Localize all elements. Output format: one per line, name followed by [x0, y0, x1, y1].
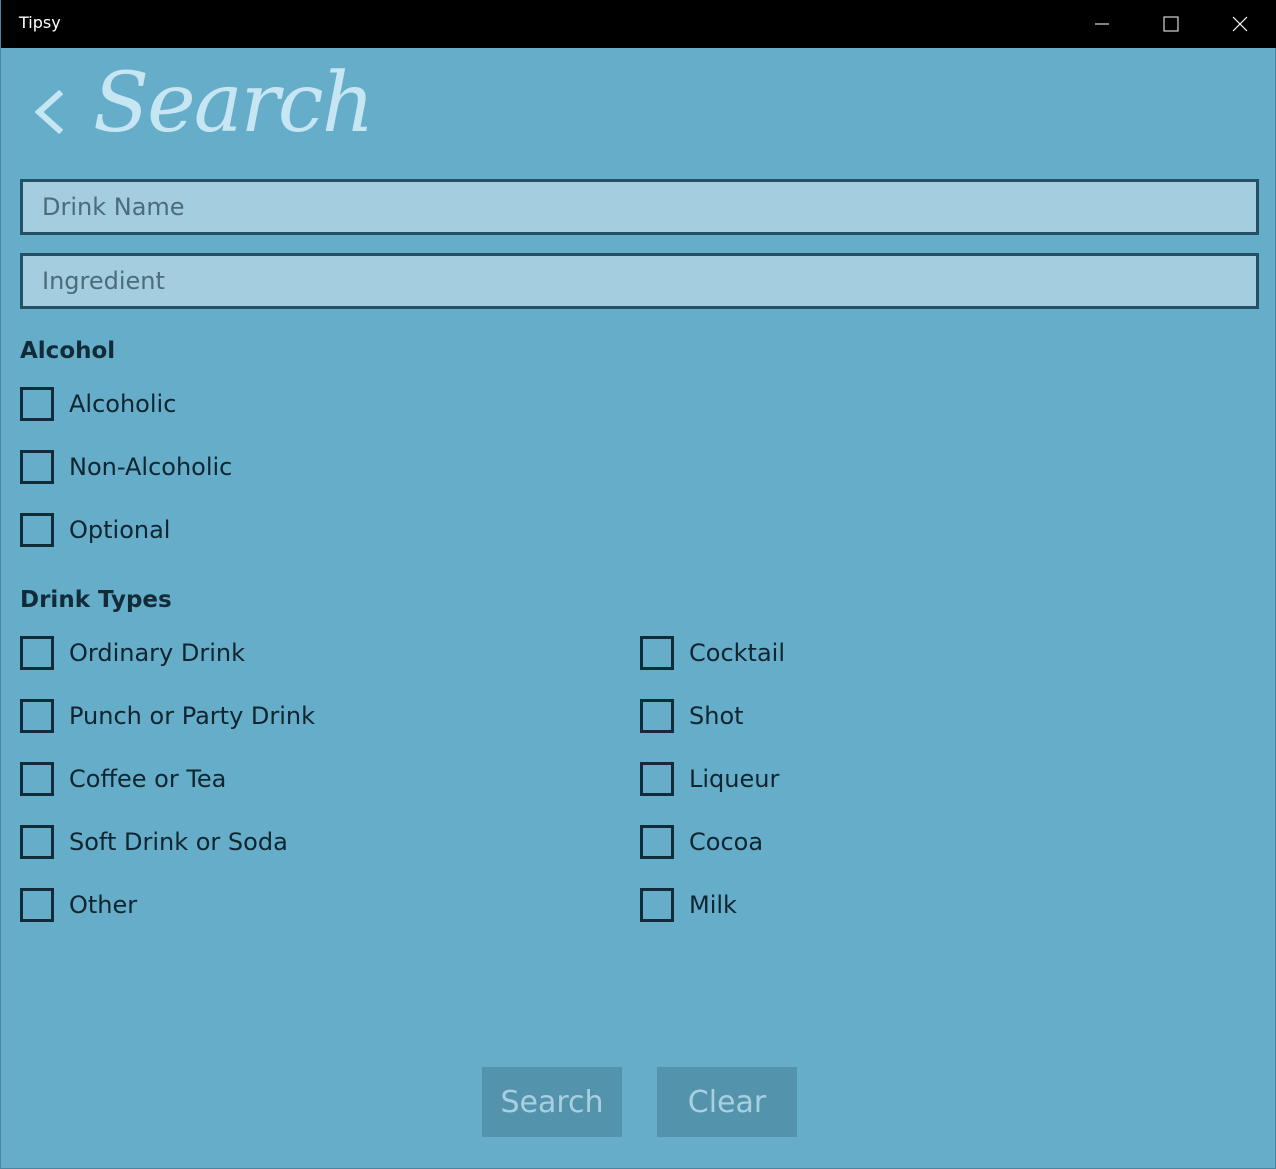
- app-window: Tipsy Search Alcohol A: [0, 0, 1276, 1169]
- shot-checkbox[interactable]: [640, 699, 674, 733]
- shot-label: Shot: [689, 702, 744, 730]
- cocoa-label: Cocoa: [689, 828, 764, 856]
- chevron-left-icon: [34, 90, 64, 134]
- liqueur-label: Liqueur: [689, 765, 780, 793]
- non-alcoholic-checkbox[interactable]: [20, 450, 54, 484]
- ordinary-drink-label: Ordinary Drink: [69, 639, 245, 667]
- cocktail-checkbox-row[interactable]: Cocktail: [640, 633, 785, 673]
- soft-drink-or-soda-checkbox-row[interactable]: Soft Drink or Soda: [20, 822, 288, 862]
- liqueur-checkbox[interactable]: [640, 762, 674, 796]
- close-icon: [1232, 16, 1248, 32]
- liqueur-checkbox-row[interactable]: Liqueur: [640, 759, 779, 799]
- cocktail-checkbox[interactable]: [640, 636, 674, 670]
- shot-checkbox-row[interactable]: Shot: [640, 696, 744, 736]
- alcoholic-checkbox[interactable]: [20, 387, 54, 421]
- other-checkbox-row[interactable]: Other: [20, 885, 137, 925]
- punch-or-party-drink-checkbox[interactable]: [20, 699, 54, 733]
- soft-drink-or-soda-checkbox[interactable]: [20, 825, 54, 859]
- optional-label: Optional: [69, 516, 171, 544]
- optional-checkbox[interactable]: [20, 513, 54, 547]
- alcoholic-checkbox-row[interactable]: Alcoholic: [20, 384, 176, 424]
- cocoa-checkbox-row[interactable]: Cocoa: [640, 822, 763, 862]
- coffee-or-tea-checkbox-row[interactable]: Coffee or Tea: [20, 759, 226, 799]
- close-button[interactable]: [1206, 0, 1274, 48]
- window-title: Tipsy: [19, 13, 61, 32]
- other-checkbox[interactable]: [20, 888, 54, 922]
- maximize-button[interactable]: [1137, 0, 1205, 48]
- cocoa-checkbox[interactable]: [640, 825, 674, 859]
- coffee-or-tea-label: Coffee or Tea: [69, 765, 227, 793]
- soft-drink-or-soda-label: Soft Drink or Soda: [69, 828, 288, 856]
- drink-name-input[interactable]: [20, 179, 1259, 235]
- other-label: Other: [69, 891, 138, 919]
- punch-or-party-drink-checkbox-row[interactable]: Punch or Party Drink: [20, 696, 315, 736]
- punch-or-party-drink-label: Punch or Party Drink: [69, 702, 316, 730]
- title-bar: Tipsy: [1, 0, 1276, 48]
- page-title: Search: [93, 56, 375, 151]
- milk-checkbox[interactable]: [640, 888, 674, 922]
- page-header: Search: [1, 48, 1276, 176]
- minimize-button[interactable]: [1068, 0, 1136, 48]
- non-alcoholic-label: Non-Alcoholic: [69, 453, 233, 481]
- maximize-icon: [1163, 16, 1179, 32]
- alcohol-section-label: Alcohol: [20, 338, 116, 364]
- cocktail-label: Cocktail: [689, 639, 785, 667]
- ingredient-input[interactable]: [20, 253, 1259, 309]
- back-button[interactable]: [23, 84, 73, 140]
- ordinary-drink-checkbox[interactable]: [20, 636, 54, 670]
- non-alcoholic-checkbox-row[interactable]: Non-Alcoholic: [20, 447, 232, 487]
- milk-checkbox-row[interactable]: Milk: [640, 885, 737, 925]
- milk-label: Milk: [689, 891, 737, 919]
- ordinary-drink-checkbox-row[interactable]: Ordinary Drink: [20, 633, 245, 673]
- optional-checkbox-row[interactable]: Optional: [20, 510, 170, 550]
- drink-types-section-label: Drink Types: [20, 587, 172, 613]
- clear-button[interactable]: Clear: [657, 1067, 797, 1137]
- alcoholic-label: Alcoholic: [69, 390, 177, 418]
- search-button[interactable]: Search: [482, 1067, 622, 1137]
- coffee-or-tea-checkbox[interactable]: [20, 762, 54, 796]
- minimize-icon: [1095, 23, 1109, 25]
